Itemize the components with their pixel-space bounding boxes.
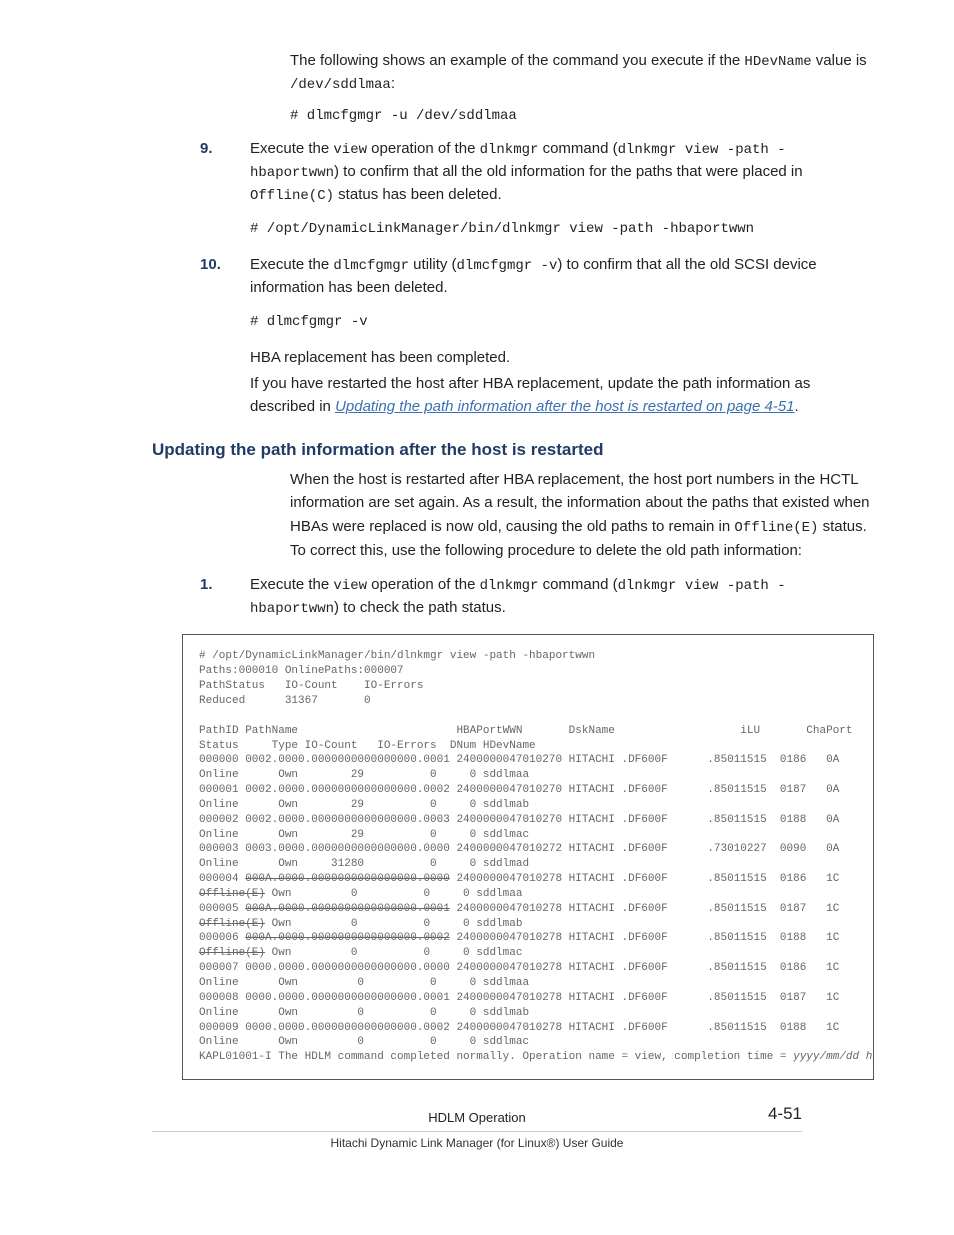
text: operation of the (367, 140, 480, 157)
term-row: 000008 0000.0000.0000000000000000.0001 2… (199, 992, 839, 1004)
step-10: Execute the dlmcfgmgr utility (dlmcfgmgr… (240, 254, 874, 418)
term-row-tail: Own 0 0 0 sddlmaa (265, 888, 522, 900)
term-row-tail: Own 0 0 0 sddlmac (265, 947, 522, 959)
term-row: Online Own 31280 0 0 sddlmad (199, 858, 529, 870)
term-row: 000000 0002.0000.0000000000000000.0001 2… (199, 754, 839, 766)
term-row-pref: 000004 (199, 873, 245, 885)
ordered-steps-upper: Execute the view operation of the dlnkmg… (240, 138, 874, 418)
inline-code: view (333, 578, 367, 594)
paragraph: HBA replacement has been completed. (250, 347, 874, 370)
term-row: Online Own 29 0 0 sddlmaa (199, 769, 529, 781)
term-row-strike: 000A.0000.0000000000000000.0001 (245, 903, 450, 915)
term-row: Online Own 29 0 0 sddlmac (199, 829, 529, 841)
text: operation of the (367, 576, 480, 593)
term-row: 000003 0003.0000.0000000000000000.0000 2… (199, 843, 839, 855)
inline-code: dlnkmgr (480, 578, 539, 594)
step-1: Execute the view operation of the dlnkmg… (240, 574, 874, 620)
term-line: # /opt/DynamicLinkManager/bin/dlnkmgr vi… (199, 650, 595, 662)
inline-code: Offline(E) (734, 520, 818, 536)
term-msg: KAPL01001-I The HDLM command completed n… (199, 1051, 793, 1063)
term-row-strike: 000A.0000.0000000000000000.0000 (245, 873, 450, 885)
term-row: 000001 0002.0000.0000000000000000.0002 2… (199, 784, 839, 796)
term-row-tail: 2400000047010278 HITACHI .DF600F .850115… (450, 932, 839, 944)
inline-code: dlmcfgmgr -v (457, 258, 558, 274)
term-row: Online Own 0 0 0 sddlmaa (199, 977, 529, 989)
text: ) to confirm that all the old informatio… (334, 163, 803, 180)
step-9: Execute the view operation of the dlnkmg… (240, 138, 874, 240)
text: The following shows an example of the co… (290, 52, 740, 69)
text: command ( (538, 576, 617, 593)
text: : (391, 75, 395, 92)
text: . (795, 398, 799, 415)
term-row-tail: 2400000047010278 HITACHI .DF600F .850115… (450, 873, 839, 885)
paragraph: If you have restarted the host after HBA… (250, 373, 874, 418)
term-row-strike: Offline(E) (199, 947, 265, 959)
term-row-tail: 2400000047010278 HITACHI .DF600F .850115… (450, 903, 839, 915)
inline-code: view (333, 142, 367, 158)
term-msg-italic: yyyy/mm/dd hh:mm:ss (793, 1051, 874, 1063)
text: utility ( (409, 256, 457, 273)
text: ) to check the path status. (334, 599, 506, 616)
term-row: 000002 0002.0000.0000000000000000.0003 2… (199, 814, 839, 826)
code-block: # dlmcfgmgr -v (250, 312, 874, 333)
ordered-steps-lower: Execute the view operation of the dlnkmg… (240, 574, 874, 620)
text: value is (812, 52, 867, 69)
term-row: Online Own 0 0 0 sddlmac (199, 1036, 529, 1048)
code-block: # dlmcfgmgr -u /dev/sddlmaa (290, 108, 874, 124)
text: Execute the (250, 576, 333, 593)
term-line: Reduced 31367 0 (199, 695, 371, 707)
term-header: PathID PathName HBAPortWWN DskName iLU C… (199, 725, 853, 737)
page-footer: HDLM Operation 4-51 Hitachi Dynamic Link… (80, 1108, 874, 1150)
inline-code: dlnkmgr (480, 142, 539, 158)
page-number: 4-51 (768, 1104, 802, 1124)
term-row: 000009 0000.0000.0000000000000000.0002 2… (199, 1022, 839, 1034)
terminal-output: # /opt/DynamicLinkManager/bin/dlnkmgr vi… (182, 634, 874, 1080)
term-header: Status Type IO-Count IO-Errors DNum HDev… (199, 740, 536, 752)
term-row-strike: 000A.0000.0000000000000000.0002 (245, 932, 450, 944)
term-line: PathStatus IO-Count IO-Errors (199, 680, 423, 692)
term-row: Online Own 29 0 0 sddlmab (199, 799, 529, 811)
page: The following shows an example of the co… (0, 0, 954, 1180)
cross-ref-link[interactable]: Updating the path information after the … (335, 398, 794, 415)
term-row: 000007 0000.0000.0000000000000000.0000 2… (199, 962, 839, 974)
footer-chapter: HDLM Operation (428, 1110, 526, 1125)
term-row-strike: Offline(E) (199, 918, 265, 930)
term-row-tail: Own 0 0 0 sddlmab (265, 918, 522, 930)
term-row: Online Own 0 0 0 sddlmab (199, 1007, 529, 1019)
section-heading: Updating the path information after the … (152, 440, 874, 460)
inline-code: /dev/sddlmaa (290, 77, 391, 93)
term-row-pref: 000005 (199, 903, 245, 915)
inline-code: HDevName (744, 54, 811, 70)
intro-paragraph: The following shows an example of the co… (290, 50, 874, 96)
text: command ( (538, 140, 617, 157)
inline-code: Offline(C) (250, 188, 334, 204)
text: Execute the (250, 140, 333, 157)
text: status has been deleted. (334, 186, 502, 203)
inline-code: dlmcfgmgr (333, 258, 409, 274)
code-block: # /opt/DynamicLinkManager/bin/dlnkmgr vi… (250, 219, 874, 240)
footer-book-title: Hitachi Dynamic Link Manager (for Linux®… (80, 1132, 874, 1150)
section-paragraph: When the host is restarted after HBA rep… (290, 468, 874, 562)
term-line (199, 710, 206, 722)
text: Execute the (250, 256, 333, 273)
term-line: Paths:000010 OnlinePaths:000007 (199, 665, 404, 677)
term-row-pref: 000006 (199, 932, 245, 944)
term-row-strike: Offline(E) (199, 888, 265, 900)
